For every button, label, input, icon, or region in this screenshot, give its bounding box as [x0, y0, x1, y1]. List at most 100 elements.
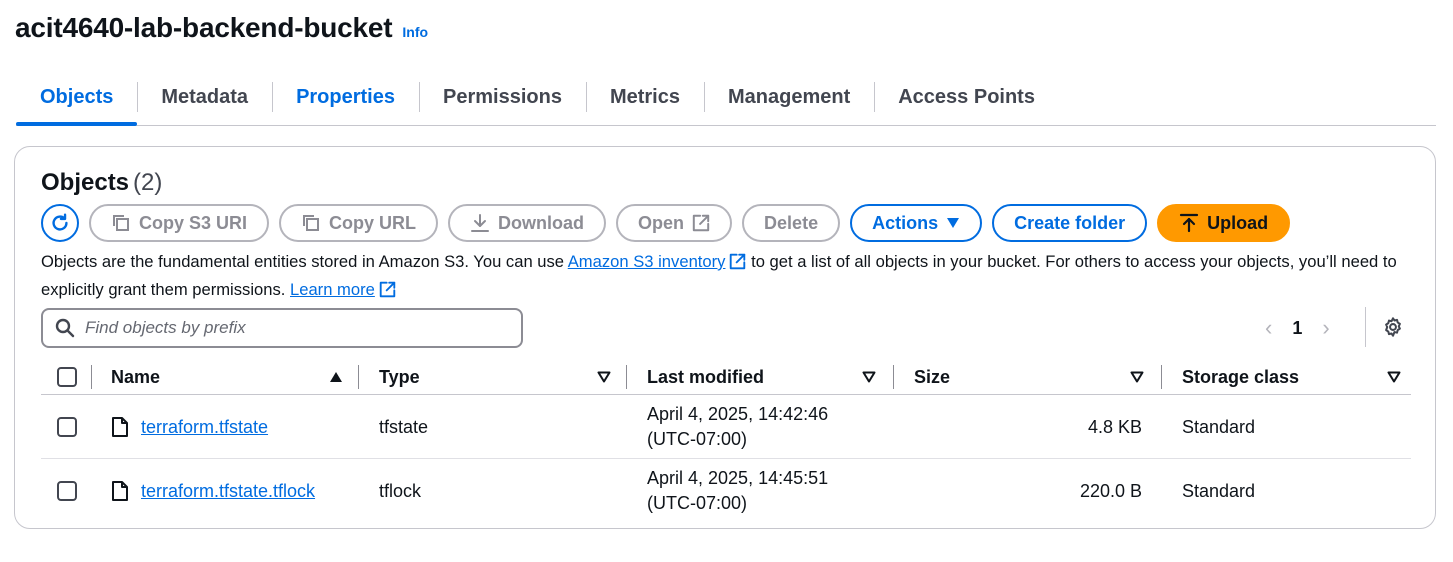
name-cell: terraform.tfstate [111, 395, 268, 459]
last-modified-date: April 4, 2025, 14:45:51 [647, 468, 829, 488]
actions-dropdown-button[interactable]: Actions [850, 204, 983, 242]
column-divider [893, 365, 894, 389]
row-select-cell [57, 395, 77, 459]
column-header-storage-class-label: Storage class [1182, 366, 1300, 387]
pagination-divider [1365, 307, 1366, 347]
refresh-button[interactable] [41, 204, 79, 242]
column-header-size[interactable]: Size [914, 359, 1144, 395]
objects-table: Name Type Last modified Size Storage cla… [41, 359, 1411, 523]
copy-url-label: Copy URL [329, 212, 417, 233]
file-icon [112, 481, 128, 501]
type-cell: tflock [379, 480, 422, 501]
learn-more-link[interactable]: Learn more [290, 280, 396, 299]
delete-button[interactable]: Delete [742, 204, 841, 242]
sort-ascending-icon [330, 372, 342, 382]
create-folder-label: Create folder [1014, 212, 1126, 233]
external-link-icon [379, 281, 396, 298]
open-button[interactable]: Open [616, 204, 733, 242]
objects-description: Objects are the fundamental entities sto… [41, 248, 1411, 304]
download-label: Download [498, 212, 585, 233]
column-header-name[interactable]: Name [111, 359, 343, 395]
column-divider [91, 365, 92, 389]
search-field[interactable] [41, 308, 523, 348]
caret-down-icon [947, 218, 960, 228]
last-modified-timezone: (UTC-07:00) [647, 493, 748, 513]
page-header: acit4640-lab-backend-bucket Info [15, 12, 428, 44]
info-link[interactable]: Info [402, 24, 428, 40]
tab-properties[interactable]: Properties [272, 74, 419, 120]
column-header-size-label: Size [914, 366, 951, 387]
copy-s3-uri-button[interactable]: Copy S3 URI [89, 204, 270, 242]
tab-objects[interactable]: Objects [16, 74, 138, 126]
table-row: terraform.tfstate tfstate April 4, 2025,… [41, 395, 1411, 459]
tab-metrics[interactable]: Metrics [585, 74, 704, 120]
table-header: Name Type Last modified Size Storage cla… [41, 359, 1411, 395]
storage-class-cell: Standard [1182, 480, 1256, 501]
column-divider [626, 365, 627, 389]
last-modified-cell: April 4, 2025, 14:42:46 (UTC-07:00) [647, 395, 828, 459]
row-checkbox[interactable] [57, 481, 77, 501]
s3-inventory-link[interactable]: Amazon S3 inventory [568, 252, 747, 271]
file-icon [112, 417, 128, 437]
tab-permissions[interactable]: Permissions [419, 74, 586, 120]
column-header-last-modified-label: Last modified [647, 366, 765, 387]
s3-inventory-link-label: Amazon S3 inventory [567, 252, 726, 271]
actions-label: Actions [872, 212, 939, 233]
last-modified-date: April 4, 2025, 14:42:46 [647, 404, 829, 424]
column-header-storage-class[interactable]: Storage class [1182, 359, 1401, 395]
column-header-type-label: Type [379, 366, 420, 387]
copy-s3-uri-label: Copy S3 URI [139, 212, 248, 233]
tab-bar: Objects Metadata Properties Permissions … [16, 74, 1436, 126]
sort-icon [597, 371, 611, 383]
table-row: terraform.tfstate.tflock tflock April 4,… [41, 459, 1411, 523]
external-link-icon [692, 214, 710, 232]
select-all-checkbox[interactable] [57, 367, 77, 387]
objects-toolbar: Copy S3 URI Copy URL Download Open Delet… [41, 204, 1291, 242]
external-link-icon [730, 253, 746, 270]
storage-class-cell: Standard [1182, 416, 1256, 437]
column-header-last-modified[interactable]: Last modified [647, 359, 876, 395]
type-cell: tfstate [379, 416, 429, 437]
open-label: Open [638, 212, 685, 233]
tab-metadata[interactable]: Metadata [137, 74, 272, 120]
object-name-link[interactable]: terraform.tfstate [141, 417, 268, 438]
row-select-cell [57, 459, 77, 523]
column-header-name-label: Name [111, 366, 161, 387]
current-page[interactable]: 1 [1292, 318, 1302, 339]
previous-page-icon[interactable]: ‹ [1265, 315, 1272, 341]
sort-icon [862, 371, 876, 383]
upload-button[interactable]: Upload [1157, 204, 1291, 242]
column-header-type[interactable]: Type [379, 359, 611, 395]
tab-management[interactable]: Management [703, 74, 874, 120]
objects-count: (2) [133, 169, 163, 196]
column-divider [1161, 365, 1162, 389]
copy-url-button[interactable]: Copy URL [279, 204, 439, 242]
upload-label: Upload [1207, 212, 1269, 233]
download-icon [471, 214, 490, 232]
objects-heading-title: Objects [41, 169, 130, 196]
page-title: acit4640-lab-backend-bucket [15, 12, 393, 43]
copy-icon [303, 215, 320, 231]
objects-heading: Objects (2) [41, 169, 162, 197]
column-divider [358, 365, 359, 389]
create-folder-button[interactable]: Create folder [992, 204, 1148, 242]
search-input[interactable] [85, 318, 505, 338]
download-button[interactable]: Download [448, 204, 607, 242]
last-modified-cell: April 4, 2025, 14:45:51 (UTC-07:00) [647, 459, 828, 523]
upload-icon [1180, 213, 1199, 233]
delete-label: Delete [764, 212, 819, 233]
tab-access-points[interactable]: Access Points [874, 74, 1059, 120]
gear-icon [1385, 317, 1401, 337]
learn-more-label: Learn more [290, 280, 375, 299]
object-name-link[interactable]: terraform.tfstate.tflock [141, 481, 315, 502]
next-page-icon[interactable]: › [1322, 315, 1329, 341]
search-icon [55, 318, 75, 338]
description-text-1: Objects are the fundamental entities sto… [41, 252, 568, 271]
preferences-button[interactable] [1382, 316, 1404, 343]
row-checkbox[interactable] [57, 417, 77, 437]
size-cell: 220.0 B [1079, 480, 1142, 501]
select-all-cell [57, 359, 77, 395]
last-modified-timezone: (UTC-07:00) [647, 429, 748, 449]
objects-panel: Objects (2) Copy S3 URI Copy URL Downloa… [14, 146, 1436, 529]
pagination: ‹ 1 › [1265, 315, 1330, 341]
